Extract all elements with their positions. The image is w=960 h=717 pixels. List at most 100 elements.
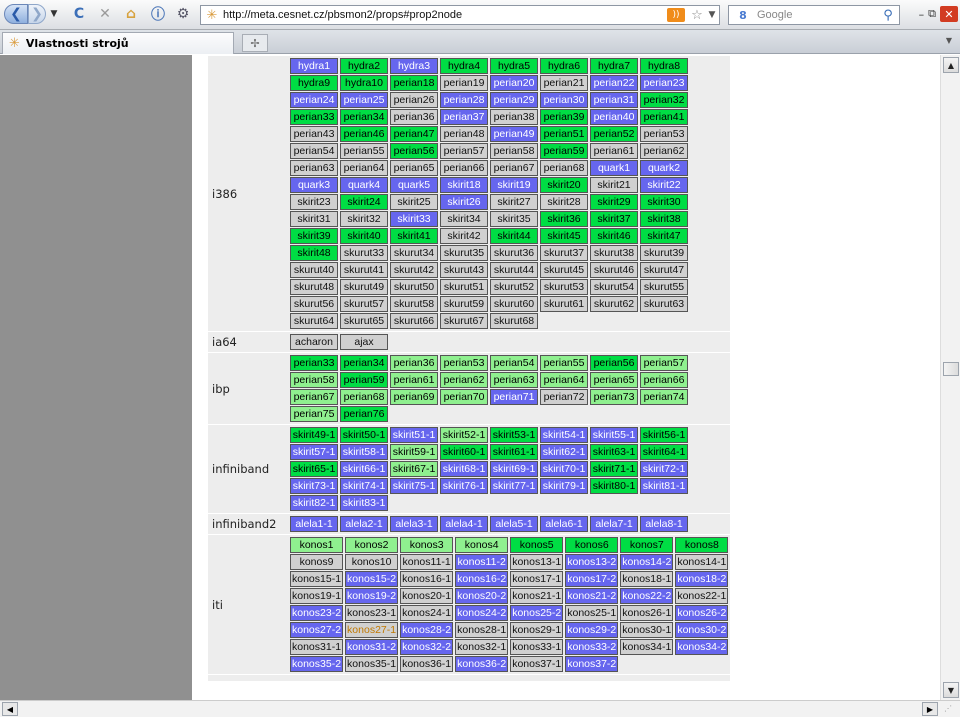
node-busy[interactable]: skirit66-1 (340, 461, 388, 477)
node-down[interactable]: ajax (340, 334, 388, 350)
node-down[interactable]: skurut55 (640, 279, 688, 295)
node-down[interactable]: konos11-1 (400, 554, 454, 570)
node-down[interactable]: konos32-1 (455, 639, 509, 655)
node-down[interactable]: perian55 (340, 143, 388, 159)
node-busy[interactable]: skirit58-1 (340, 444, 388, 460)
node-busy[interactable]: perian49 (490, 126, 538, 142)
node-down[interactable]: skurut33 (340, 245, 388, 261)
node-busy[interactable]: konos23-2 (290, 605, 344, 621)
node-busy[interactable]: alela1-1 (290, 516, 338, 532)
node-part[interactable]: perian67 (290, 389, 338, 405)
node-down[interactable]: skurut37 (540, 245, 588, 261)
node-busy[interactable]: konos37-2 (565, 656, 619, 672)
node-down[interactable]: skurut56 (290, 296, 338, 312)
close-window-button[interactable]: ✕ (940, 6, 958, 22)
node-part[interactable]: perian57 (640, 355, 688, 371)
node-part[interactable]: konos2 (345, 537, 399, 553)
bookmark-star-icon[interactable]: ☆ (689, 8, 705, 23)
node-part[interactable]: perian64 (540, 372, 588, 388)
scroll-left-button[interactable]: ◀ (2, 702, 18, 716)
node-down[interactable]: konos14-1 (675, 554, 729, 570)
node-down[interactable]: skurut35 (440, 245, 488, 261)
node-busy[interactable]: konos21-2 (565, 588, 619, 604)
node-down[interactable]: konos16-1 (400, 571, 454, 587)
node-down[interactable]: konos36-1 (400, 656, 454, 672)
node-free[interactable]: skirit64-1 (640, 444, 688, 460)
node-part[interactable]: skirit52-1 (440, 427, 488, 443)
node-busy[interactable]: skirit69-1 (490, 461, 538, 477)
node-down[interactable]: skurut58 (390, 296, 438, 312)
node-busy[interactable]: hydra3 (390, 58, 438, 74)
node-down[interactable]: perian72 (540, 389, 588, 405)
vertical-scrollbar[interactable]: ▲ ▼ (940, 55, 960, 700)
node-busy[interactable]: skirit55-1 (590, 427, 638, 443)
node-down[interactable]: konos25-1 (565, 605, 619, 621)
node-busy[interactable]: konos32-2 (400, 639, 454, 655)
node-busy[interactable]: konos36-2 (455, 656, 509, 672)
node-down[interactable]: konos21-1 (510, 588, 564, 604)
node-busy[interactable]: quark2 (640, 160, 688, 176)
node-down[interactable]: skurut43 (440, 262, 488, 278)
node-free[interactable]: hydra8 (640, 58, 688, 74)
node-down[interactable]: skurut57 (340, 296, 388, 312)
node-free[interactable]: skirit80-1 (590, 478, 638, 494)
node-down[interactable]: perian61 (590, 143, 638, 159)
node-busy[interactable]: quark3 (290, 177, 338, 193)
node-down[interactable]: konos22-1 (675, 588, 729, 604)
node-down[interactable]: konos29-1 (510, 622, 564, 638)
node-free[interactable]: perian56 (390, 143, 438, 159)
node-part[interactable]: perian73 (590, 389, 638, 405)
node-free[interactable]: perian52 (590, 126, 638, 142)
address-bar[interactable]: ✳ http://meta.cesnet.cz/pbsmon2/props#pr… (200, 5, 720, 25)
node-free[interactable]: hydra6 (540, 58, 588, 74)
node-busy[interactable]: skirit83-1 (340, 495, 388, 511)
node-busy[interactable]: konos14-2 (620, 554, 674, 570)
node-free[interactable]: skirit38 (640, 211, 688, 227)
node-busy[interactable]: perian20 (490, 75, 538, 91)
node-busy[interactable]: perian24 (290, 92, 338, 108)
new-tab-button[interactable]: ✢ (242, 34, 268, 52)
node-down[interactable]: konos28-1 (455, 622, 509, 638)
node-part[interactable]: perian58 (290, 372, 338, 388)
node-down[interactable]: perian65 (390, 160, 438, 176)
node-part[interactable]: perian74 (640, 389, 688, 405)
node-down[interactable]: skurut68 (490, 313, 538, 329)
node-free[interactable]: perian33 (290, 355, 338, 371)
node-free[interactable]: skirit20 (540, 177, 588, 193)
node-free[interactable]: skirit61-1 (490, 444, 538, 460)
node-part[interactable]: skirit67-1 (390, 461, 438, 477)
node-busy[interactable]: skirit72-1 (640, 461, 688, 477)
node-down[interactable]: konos24-1 (400, 605, 454, 621)
node-free[interactable]: perian56 (590, 355, 638, 371)
node-busy[interactable]: konos25-2 (510, 605, 564, 621)
node-busy[interactable]: konos20-2 (455, 588, 509, 604)
forward-button[interactable]: ❯ (28, 4, 46, 24)
node-free[interactable]: hydra2 (340, 58, 388, 74)
node-free[interactable]: skirit60-1 (440, 444, 488, 460)
node-busy[interactable]: skirit82-1 (290, 495, 338, 511)
node-free[interactable]: skirit50-1 (340, 427, 388, 443)
node-down[interactable]: perian68 (540, 160, 588, 176)
node-down[interactable]: skurut62 (590, 296, 638, 312)
node-down[interactable]: skurut64 (290, 313, 338, 329)
node-down[interactable]: konos20-1 (400, 588, 454, 604)
node-down[interactable]: skirit23 (290, 194, 338, 210)
node-free[interactable]: perian33 (290, 109, 338, 125)
node-down[interactable]: skurut40 (290, 262, 338, 278)
node-busy[interactable]: konos26-2 (675, 605, 729, 621)
node-busy[interactable]: alela3-1 (390, 516, 438, 532)
node-free[interactable]: skirit49-1 (290, 427, 338, 443)
search-box[interactable]: 8 Google ⚲ (728, 5, 900, 25)
node-down[interactable]: skirit34 (440, 211, 488, 227)
node-busy[interactable]: skirit57-1 (290, 444, 338, 460)
node-busy[interactable]: konos35-2 (290, 656, 344, 672)
node-free[interactable]: skirit45 (540, 228, 588, 244)
node-busy[interactable]: skirit70-1 (540, 461, 588, 477)
node-down[interactable]: skurut39 (640, 245, 688, 261)
info-button[interactable]: ⓘ (148, 4, 168, 24)
node-part[interactable]: perian69 (390, 389, 438, 405)
node-busy[interactable]: konos19-2 (345, 588, 399, 604)
node-free[interactable]: skirit56-1 (640, 427, 688, 443)
url-dropdown-icon[interactable]: ▼ (705, 10, 719, 20)
node-busy[interactable]: konos15-2 (345, 571, 399, 587)
